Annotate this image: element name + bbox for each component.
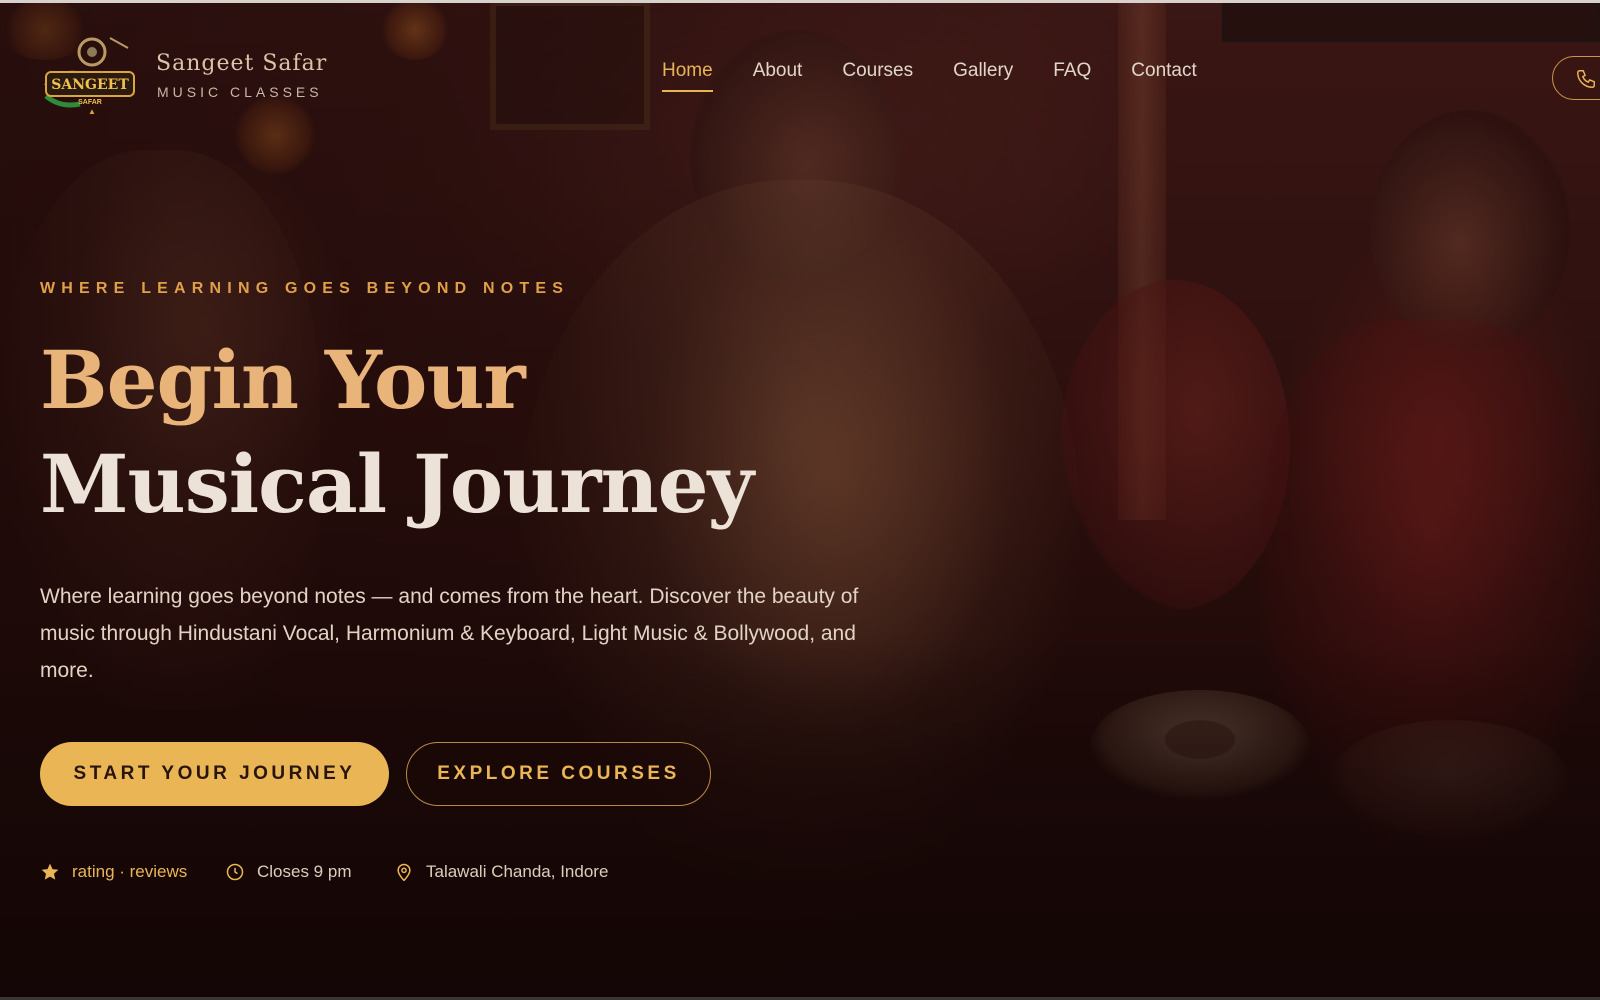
nav-item-gallery[interactable]: Gallery [953,60,1013,92]
hours-info: Closes 9 pm [225,862,351,882]
nav-item-faq[interactable]: FAQ [1053,60,1091,92]
clock-icon [226,863,244,881]
rating-info[interactable]: rating · reviews [40,862,187,882]
svg-text:▲: ▲ [88,107,96,116]
hero-section: SANGEET SAFAR ▲ Sangeet Safar MUSIC CLAS… [0,0,1600,1000]
brand-name[interactable]: Sangeet Safar [156,51,327,76]
hero-description: Where learning goes beyond notes — and c… [40,585,859,682]
nav-item-about[interactable]: About [753,60,803,92]
location-text: Talawali Chanda, Indore [426,862,609,881]
map-pin-icon [397,863,411,882]
explore-courses-button[interactable]: EXPLORE COURSES [406,742,711,806]
start-journey-button[interactable]: START YOUR JOURNEY [40,742,389,806]
main-nav: Home About Courses Gallery FAQ Contact [662,60,1197,92]
brand-logo[interactable]: SANGEET SAFAR ▲ [40,34,138,116]
hero-title-line1: Begin Your [40,333,526,427]
call-button[interactable] [1552,56,1600,100]
nav-item-contact[interactable]: Contact [1131,60,1196,92]
nav-item-home[interactable]: Home [662,60,713,92]
hero-overlay [0,640,1600,1000]
logo-emblem-icon: SANGEET SAFAR ▲ [44,37,135,116]
svg-text:SANGEET: SANGEET [51,77,129,93]
brand-tagline: MUSIC CLASSES [157,84,323,100]
location-info[interactable]: Talawali Chanda, Indore [394,862,608,882]
hours-text: Closes 9 pm [257,862,352,881]
nav-item-courses[interactable]: Courses [842,60,913,92]
star-icon [41,863,59,880]
rating-text: rating · reviews [72,862,188,881]
phone-icon [1577,70,1595,88]
hero-eyebrow: WHERE LEARNING GOES BEYOND NOTES [40,280,570,297]
svg-text:SAFAR: SAFAR [78,99,102,106]
hero-title-line2: Musical Journey [40,437,754,531]
site-header: SANGEET SAFAR ▲ Sangeet Safar MUSIC CLAS… [0,0,1600,150]
